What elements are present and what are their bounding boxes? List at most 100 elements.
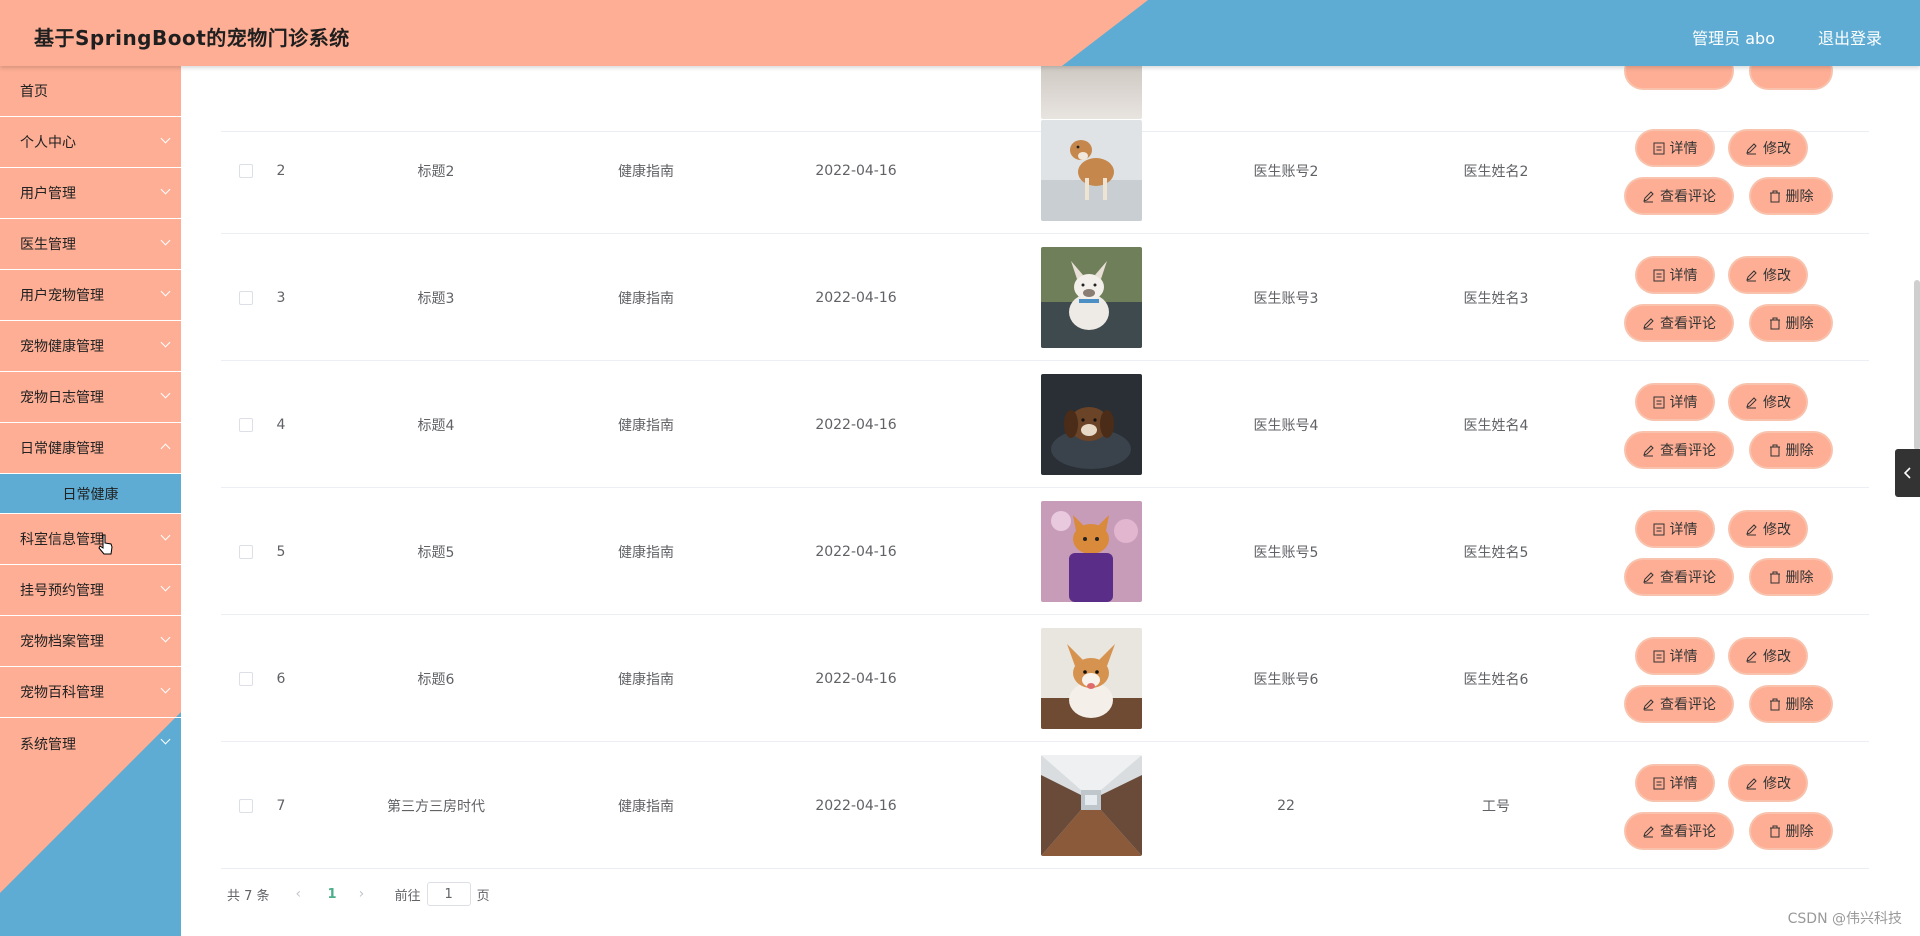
select-cell[interactable] xyxy=(221,234,271,361)
chevron-down-icon xyxy=(160,683,171,694)
thumb-cell xyxy=(1041,488,1142,615)
sidebar-item-pet-records[interactable]: 宠物档案管理 xyxy=(0,616,181,667)
row-doctor-account: 22 xyxy=(1277,797,1295,814)
vertical-scrollbar[interactable] xyxy=(1914,280,1920,450)
row-category: 健康指南 xyxy=(618,163,674,180)
comments-button[interactable]: 查看评论 xyxy=(1626,687,1732,721)
comments-button[interactable]: 查看评论 xyxy=(1626,433,1732,467)
goto-page-input[interactable] xyxy=(426,882,471,906)
row-doctor-name: 医生姓名4 xyxy=(1463,417,1529,434)
row-image xyxy=(1041,628,1142,729)
detail-button[interactable]: 详情 xyxy=(1637,766,1713,800)
sidebar-item-label: 宠物日志管理 xyxy=(20,390,104,406)
mouse-cursor-icon xyxy=(98,534,113,555)
comments-button-label: 查看评论 xyxy=(1660,824,1716,840)
edit-button-label: 修改 xyxy=(1763,522,1791,538)
detail-button[interactable]: 详情 xyxy=(1637,385,1713,419)
edit-icon xyxy=(1746,142,1757,154)
row-checkbox[interactable] xyxy=(239,544,253,559)
edit-button[interactable]: 修改 xyxy=(1730,385,1806,419)
comments-button[interactable]: 查看评论 xyxy=(1626,814,1732,848)
row-doctor-account: 医生账号6 xyxy=(1253,671,1319,688)
trash-icon xyxy=(1769,317,1780,329)
delete-button[interactable]: 删除 xyxy=(1751,814,1831,848)
chevron-down-icon xyxy=(160,337,171,348)
edit-button[interactable]: 修改 xyxy=(1730,512,1806,546)
table-row: 4 标题4 健康指南 2022-04-16 医生账号4 医生姓名4 xyxy=(221,361,1869,488)
sidebar-item-daily-health[interactable]: 日常健康管理 xyxy=(0,423,181,474)
row-checkbox[interactable] xyxy=(239,671,253,686)
chevron-down-icon xyxy=(160,286,171,297)
next-page-icon[interactable]: › xyxy=(359,886,369,902)
select-cell[interactable] xyxy=(221,361,271,488)
chevron-down-icon xyxy=(160,133,171,144)
delete-button[interactable]: 删除 xyxy=(1751,179,1831,213)
table-row: 3 标题3 健康指南 2022-04-16 医生账号3 医生姓名3 xyxy=(221,234,1869,361)
select-cell[interactable] xyxy=(221,615,271,742)
comments-button[interactable]: 查看评论 xyxy=(1626,179,1732,213)
edit-icon xyxy=(1643,190,1654,202)
row-category: 健康指南 xyxy=(618,544,674,561)
sidebar-item-pet-health[interactable]: 宠物健康管理 xyxy=(0,321,181,372)
select-cell[interactable] xyxy=(221,107,271,234)
edit-icon xyxy=(1746,523,1757,535)
delete-button[interactable]: 删除 xyxy=(1751,687,1831,721)
select-cell[interactable] xyxy=(221,742,271,869)
trash-icon xyxy=(1769,444,1780,456)
side-collapse-tab[interactable] xyxy=(1895,449,1920,497)
detail-button[interactable]: 详情 xyxy=(1637,512,1713,546)
row-checkbox[interactable] xyxy=(239,163,253,178)
chevron-up-icon xyxy=(160,443,171,454)
submenu-item-daily-health[interactable]: 日常健康 xyxy=(0,474,181,514)
detail-button[interactable]: 详情 xyxy=(1637,639,1713,673)
sidebar-item-label: 宠物百科管理 xyxy=(20,685,104,701)
edit-button[interactable]: 修改 xyxy=(1730,639,1806,673)
sidebar-item-user-pets[interactable]: 用户宠物管理 xyxy=(0,270,181,321)
sidebar-item-appointments[interactable]: 挂号预约管理 xyxy=(0,565,181,616)
page-number-current[interactable]: 1 xyxy=(328,887,337,902)
comments-button[interactable]: 查看评论 xyxy=(1626,560,1732,594)
chevron-down-icon xyxy=(160,632,171,643)
comments-button[interactable]: 查看评论 xyxy=(1626,306,1732,340)
row-checkbox[interactable] xyxy=(239,417,253,432)
comments-button-label: 查看评论 xyxy=(1660,189,1716,205)
sidebar-item-users[interactable]: 用户管理 xyxy=(0,168,181,219)
row-number: 4 xyxy=(276,416,286,433)
delete-button[interactable]: 删除 xyxy=(1751,560,1831,594)
logout-link[interactable]: 退出登录 xyxy=(1818,25,1882,49)
delete-button[interactable]: 删除 xyxy=(1751,433,1831,467)
sidebar-item-pet-encyclopedia[interactable]: 宠物百科管理 xyxy=(0,667,181,718)
chevron-down-icon xyxy=(160,530,171,541)
edit-icon xyxy=(1746,269,1757,281)
sidebar-item-pet-log[interactable]: 宠物日志管理 xyxy=(0,372,181,423)
row-checkbox[interactable] xyxy=(239,798,253,813)
edit-button[interactable]: 修改 xyxy=(1730,258,1806,292)
comments-button-label: 查看评论 xyxy=(1660,697,1716,713)
detail-button[interactable]: 详情 xyxy=(1637,258,1713,292)
chevron-down-icon xyxy=(160,235,171,246)
row-doctor-account: 医生账号3 xyxy=(1253,290,1319,307)
delete-button[interactable]: 删除 xyxy=(1751,306,1831,340)
watermark: CSDN @伟兴科技 xyxy=(1787,911,1902,927)
row-image xyxy=(1041,501,1142,602)
detail-button[interactable]: 详情 xyxy=(1637,131,1713,165)
edit-button[interactable]: 修改 xyxy=(1730,131,1806,165)
row-date: 2022-04-16 xyxy=(815,670,897,687)
prev-page-icon[interactable]: ‹ xyxy=(296,886,306,902)
select-cell[interactable] xyxy=(221,488,271,615)
comments-button-label: 查看评论 xyxy=(1660,570,1716,586)
sidebar-item-label: 个人中心 xyxy=(20,135,76,151)
row-number: 2 xyxy=(276,162,286,179)
sidebar-item-departments[interactable]: 科室信息管理 xyxy=(0,514,181,565)
edit-icon xyxy=(1746,650,1757,662)
sidebar-item-home[interactable]: 首页 xyxy=(0,66,181,117)
row-doctor-account: 医生账号2 xyxy=(1253,163,1319,180)
sidebar-item-doctors[interactable]: 医生管理 xyxy=(0,219,181,270)
document-icon xyxy=(1653,777,1664,789)
sidebar-item-label: 用户宠物管理 xyxy=(20,288,104,304)
sidebar-item-system[interactable]: 系统管理 xyxy=(0,718,181,769)
sidebar-item-profile[interactable]: 个人中心 xyxy=(0,117,181,168)
pagination: 共 7 条 ‹ 1 › 前往 页 xyxy=(227,882,490,906)
edit-button[interactable]: 修改 xyxy=(1730,766,1806,800)
row-checkbox[interactable] xyxy=(239,290,253,305)
